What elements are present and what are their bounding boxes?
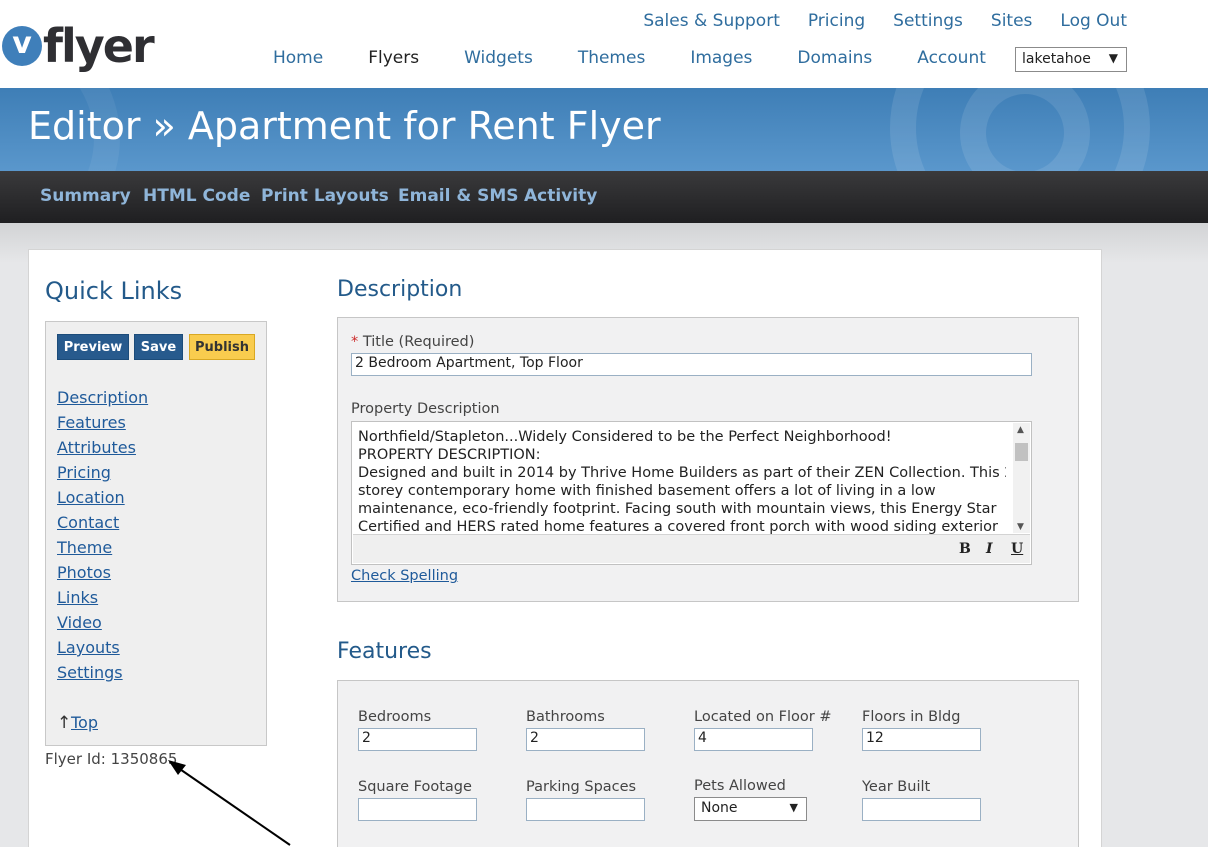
quick-link-features[interactable]: Features [57,413,126,432]
nav-images[interactable]: Images [690,48,752,68]
editor-toolbar: B I U [353,534,1030,563]
italic-icon[interactable]: I [986,541,993,557]
quick-link-contact[interactable]: Contact [57,513,119,532]
quick-link-layouts[interactable]: Layouts [57,638,120,657]
dropdown-arrow-icon: ▼ [1108,51,1118,65]
underline-icon[interactable]: U [1011,541,1023,557]
page-banner: Editor » Apartment for Rent Flyer [0,88,1208,171]
features-heading: Features [337,639,432,664]
pets-allowed-select[interactable]: None ▼ [694,797,807,821]
scroll-down-icon[interactable]: ▼ [1017,522,1024,532]
save-button[interactable]: Save [134,334,183,360]
bold-icon[interactable]: B [959,541,971,557]
check-spelling-link[interactable]: Check Spelling [351,568,458,584]
nav-themes[interactable]: Themes [578,48,646,68]
account-select[interactable]: laketahoe ▼ [1015,47,1127,72]
banner-decoration [960,88,1090,171]
description-heading: Description [337,277,463,302]
title-label: * Title (Required) [351,334,474,350]
nav-pricing[interactable]: Pricing [808,11,865,31]
features-panel [337,680,1079,847]
nav-sites[interactable]: Sites [991,11,1033,31]
main-nav: Home Flyers Widgets Themes Images Domain… [273,48,1031,68]
floor-number-label: Located on Floor # [694,709,832,725]
quick-links-title: Quick Links [45,277,183,305]
description-line: Certified and HERS rated home features a… [358,519,999,534]
parking-spaces-label: Parking Spaces [526,779,637,795]
floor-number-input[interactable]: 4 [694,728,813,751]
dropdown-arrow-icon: ▼ [789,801,798,814]
nav-settings[interactable]: Settings [893,11,963,31]
parking-spaces-input[interactable] [526,798,645,821]
title-label-text: Title (Required) [362,334,475,350]
tab-html-code[interactable]: HTML Code [143,186,250,206]
top-header: v flyer Sales & Support Pricing Settings… [0,0,1208,88]
page-title: Editor » Apartment for Rent Flyer [28,104,661,148]
description-line: Designed and built in 2014 by Thrive Hom… [358,465,1006,481]
title-input[interactable]: 2 Bedroom Apartment, Top Floor [351,353,1032,376]
quick-link-settings[interactable]: Settings [57,663,123,682]
up-arrow-icon: ↑ [57,713,72,733]
property-description-label: Property Description [351,401,500,417]
nav-domains[interactable]: Domains [797,48,872,68]
quick-link-location[interactable]: Location [57,488,125,507]
year-built-input[interactable] [862,798,981,821]
quick-links-box [45,321,267,746]
tab-activity[interactable]: Activity [524,186,597,206]
quick-link-pricing[interactable]: Pricing [57,463,111,482]
scroll-up-icon[interactable]: ▲ [1017,425,1024,435]
pets-allowed-label: Pets Allowed [694,778,786,794]
pets-allowed-value: None [701,800,738,816]
property-description-editor[interactable]: Northfield/Stapleton...Widely Considered… [351,421,1032,565]
nav-home[interactable]: Home [273,48,323,68]
vflyer-logo[interactable]: v flyer [2,18,155,74]
publish-button[interactable]: Publish [189,334,255,360]
annotation-arrow-icon [168,760,291,846]
quick-link-photos[interactable]: Photos [57,563,111,582]
bedrooms-label: Bedrooms [358,709,432,725]
bedrooms-input[interactable]: 2 [358,728,477,751]
tab-email-sms[interactable]: Email & SMS [398,186,519,206]
preview-button[interactable]: Preview [57,334,129,360]
quick-link-theme[interactable]: Theme [57,538,112,557]
required-mark: * [351,334,359,350]
bathrooms-label: Bathrooms [526,709,605,725]
square-footage-label: Square Footage [358,779,472,795]
bathrooms-input[interactable]: 2 [526,728,645,751]
nav-sales-support[interactable]: Sales & Support [643,11,780,31]
editor-subnav: Summary HTML Code Print Layouts Email & … [0,171,1208,223]
tab-summary[interactable]: Summary [40,186,131,206]
utility-nav: Sales & Support Pricing Settings Sites L… [615,11,1127,31]
quick-link-description[interactable]: Description [57,388,148,407]
nav-widgets[interactable]: Widgets [464,48,533,68]
quick-link-video[interactable]: Video [57,613,102,632]
account-select-value: laketahoe [1022,51,1091,67]
tab-print-layouts[interactable]: Print Layouts [261,186,389,206]
square-footage-input[interactable] [358,798,477,821]
description-line: PROPERTY DESCRIPTION: [358,447,541,463]
description-line: Northfield/Stapleton...Widely Considered… [358,429,892,445]
scroll-thumb[interactable] [1015,443,1028,461]
top-link[interactable]: Top [71,713,98,732]
nav-flyers[interactable]: Flyers [368,48,419,68]
year-built-label: Year Built [862,779,931,795]
nav-log-out[interactable]: Log Out [1060,11,1127,31]
description-scrollbar[interactable]: ▲ ▼ [1013,423,1030,533]
floors-in-bldg-label: Floors in Bldg [862,709,961,725]
nav-account[interactable]: Account [917,48,986,68]
logo-text: flyer [43,19,155,73]
description-line: storey contemporary home with finished b… [358,483,936,499]
flyer-id: Flyer Id: 1350865 [45,750,178,768]
floors-in-bldg-input[interactable]: 12 [862,728,981,751]
property-description-text[interactable]: Northfield/Stapleton...Widely Considered… [358,428,1006,534]
quick-link-links[interactable]: Links [57,588,98,607]
description-line: maintenance, eco-friendly footprint. Fac… [358,501,997,517]
quick-link-attributes[interactable]: Attributes [57,438,136,457]
logo-v-icon: v [2,26,42,66]
